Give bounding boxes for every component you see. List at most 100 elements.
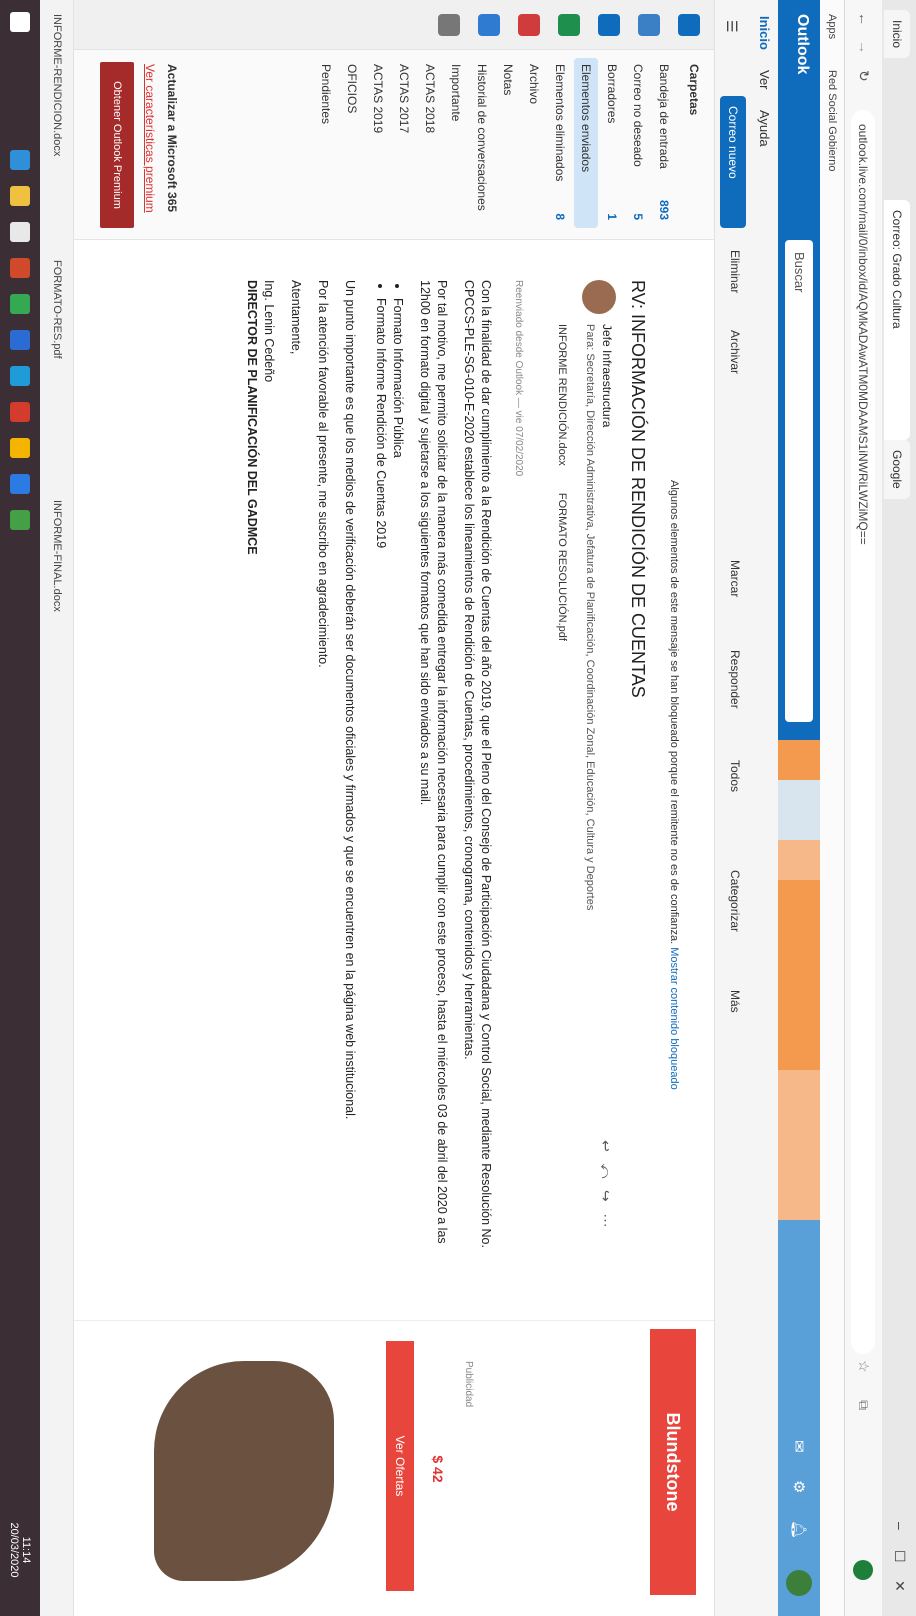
folder-label: Bandeja de entrada bbox=[657, 64, 671, 169]
taskbar-app-icon[interactable] bbox=[10, 258, 30, 278]
bookmarks-bar: Apps Red Social Gobierno bbox=[820, 0, 844, 1616]
attachment-item[interactable]: INFORME RENDICIÓN.docx bbox=[556, 324, 568, 466]
folder-actas-2017[interactable]: ACTAS 2017 bbox=[392, 64, 416, 228]
folder-notes[interactable]: Notas bbox=[496, 64, 520, 228]
forward-icon[interactable]: ↪ bbox=[598, 1190, 614, 1202]
unread-count: 1 bbox=[605, 213, 619, 220]
folder-label: Archivo bbox=[527, 64, 541, 105]
folders-title: Carpetas bbox=[687, 64, 701, 116]
folder-pendientes[interactable]: Pendientes bbox=[314, 64, 338, 228]
chat-icon[interactable]: ✉ bbox=[790, 1440, 808, 1453]
folder-drafts[interactable]: Borradores 1 bbox=[600, 64, 624, 228]
delete-button[interactable]: Eliminar bbox=[728, 250, 742, 293]
folder-oficios[interactable]: OFICIOS bbox=[340, 64, 364, 228]
blocked-content-notice: Algunos elementos de este mensaje se han… bbox=[668, 480, 680, 1280]
attachment-item[interactable]: FORMATO RESOLUCIÓN.pdf bbox=[556, 493, 568, 641]
close-window-icon[interactable]: ✕ bbox=[891, 1580, 908, 1592]
unread-count: 893 bbox=[657, 199, 671, 220]
browser-tab[interactable]: Inicio bbox=[884, 10, 910, 59]
taskbar-app-icon[interactable] bbox=[10, 402, 30, 422]
signature-title: DIRECTOR DE PLANIFICACIÓN DEL GADMCE bbox=[245, 280, 259, 555]
taskbar-app-icon[interactable] bbox=[10, 330, 30, 350]
upgrade-button[interactable]: Obtener Outlook Premium bbox=[100, 62, 134, 228]
ad-cta-button[interactable]: Ver Ofertas bbox=[386, 1341, 414, 1591]
minimize-icon[interactable]: – bbox=[892, 1522, 908, 1530]
search-input[interactable]: Buscar bbox=[785, 240, 813, 722]
taskbar-clock[interactable]: 11:14 20/03/2020 bbox=[8, 1520, 32, 1580]
todo-icon[interactable] bbox=[558, 14, 580, 36]
taskbar-app-icon[interactable] bbox=[10, 150, 30, 170]
forward-icon[interactable]: → bbox=[856, 40, 872, 54]
folder-archive[interactable]: Archivo bbox=[522, 64, 546, 228]
onedrive-icon[interactable] bbox=[478, 14, 500, 36]
folder-sent[interactable]: Elementos enviados bbox=[574, 58, 598, 228]
ad-brand[interactable]: Blundstone bbox=[650, 1329, 696, 1595]
browser-tab[interactable]: Google bbox=[884, 440, 910, 499]
bookmark-item[interactable]: Red Social Gobierno bbox=[820, 70, 844, 172]
user-avatar[interactable] bbox=[786, 1570, 812, 1596]
taskbar-app-icon[interactable] bbox=[10, 474, 30, 494]
more-button[interactable]: Más bbox=[728, 990, 742, 1013]
tab-inicio[interactable]: Inicio bbox=[757, 16, 772, 50]
people-icon[interactable] bbox=[598, 14, 620, 36]
upgrade-link[interactable]: Ver características premium bbox=[138, 64, 162, 228]
sender-name[interactable]: Jefe Infraestructura bbox=[600, 324, 614, 427]
ad-product-image[interactable] bbox=[154, 1361, 334, 1581]
new-mail-button[interactable]: Correo nuevo bbox=[720, 96, 746, 228]
extension-icon[interactable]: ⧉ bbox=[855, 1400, 872, 1410]
bell-icon[interactable]: 🔔︎ bbox=[790, 1520, 808, 1539]
browser-tab-bar: Inicio Correo: Grado Cultura Google ✕ ☐ … bbox=[882, 0, 916, 1616]
star-icon[interactable]: ☆ bbox=[855, 1360, 872, 1373]
reply-button[interactable]: Responder bbox=[728, 650, 742, 709]
ad-price: $ 42 bbox=[430, 1455, 446, 1483]
taskbar-app-icon[interactable] bbox=[10, 438, 30, 458]
settings-icon[interactable]: ⚙ bbox=[790, 1480, 808, 1493]
browser-tab-active[interactable]: Correo: Grado Cultura bbox=[884, 200, 910, 440]
apps-icon[interactable] bbox=[438, 14, 460, 36]
folder-history[interactable]: Historial de conversaciones bbox=[470, 64, 494, 228]
folder-actas-2019[interactable]: ACTAS 2019 bbox=[366, 64, 390, 228]
clock-time: 11:14 bbox=[20, 1536, 32, 1564]
tab-ver[interactable]: Ver bbox=[757, 70, 772, 90]
reply-all-button[interactable]: Todos bbox=[728, 760, 742, 792]
archive-button[interactable]: Archivar bbox=[728, 330, 742, 374]
bookmark-apps[interactable]: Apps bbox=[820, 14, 844, 39]
body-paragraph: Por la atención favorable al presente, m… bbox=[316, 280, 330, 668]
folder-important[interactable]: Importante bbox=[444, 64, 468, 228]
folder-actas-2018[interactable]: ACTAS 2018 bbox=[418, 64, 442, 228]
clock-date: 20/03/2020 bbox=[8, 1522, 20, 1578]
folder-label: Borradores bbox=[605, 64, 619, 124]
office-icon[interactable] bbox=[518, 14, 540, 36]
more-options-icon[interactable]: ⋯ bbox=[598, 1213, 614, 1227]
reply-all-icon[interactable]: ⤺ bbox=[598, 1163, 614, 1178]
reply-icon[interactable]: ↩ bbox=[598, 1140, 614, 1152]
folder-inbox[interactable]: Bandeja de entrada 893 bbox=[652, 64, 676, 228]
start-icon[interactable] bbox=[10, 12, 30, 32]
taskbar-app-icon[interactable] bbox=[10, 294, 30, 314]
message-body: Con la finalidad de dar cumplimiento a l… bbox=[233, 280, 494, 1270]
mail-icon[interactable] bbox=[678, 14, 700, 36]
taskbar-app-icon[interactable] bbox=[10, 186, 30, 206]
taskbar-app-icon[interactable] bbox=[10, 222, 30, 242]
calendar-icon[interactable] bbox=[638, 14, 660, 36]
profile-avatar[interactable] bbox=[853, 1560, 873, 1580]
outlook-logo[interactable]: Outlook bbox=[793, 14, 811, 74]
tab-ayuda[interactable]: Ayuda bbox=[757, 110, 772, 147]
folder-deleted[interactable]: Elementos eliminados 8 bbox=[548, 64, 572, 228]
back-icon[interactable]: ← bbox=[856, 12, 872, 26]
flag-button[interactable]: Marcar bbox=[728, 560, 742, 597]
categorize-button[interactable]: Categorizar bbox=[728, 870, 742, 932]
hamburger-icon[interactable]: ☰ bbox=[723, 20, 740, 33]
taskbar-app-icon[interactable] bbox=[10, 510, 30, 530]
download-item[interactable]: FORMATO-RES.pdf bbox=[51, 260, 63, 359]
show-blocked-link[interactable]: Mostrar contenido bloqueado bbox=[668, 947, 680, 1089]
taskbar-app-icon[interactable] bbox=[10, 366, 30, 386]
reload-icon[interactable]: ↻ bbox=[855, 70, 872, 82]
url-field[interactable]: outlook.live.com/mail/0/inbox/id/AQMkADA… bbox=[851, 110, 875, 1354]
folder-label: Elementos eliminados bbox=[553, 64, 567, 182]
folder-pane: Carpetas Bandeja de entrada 893 Correo no… bbox=[74, 50, 714, 240]
download-item[interactable]: INFORME-RENDICION.docx bbox=[51, 14, 63, 156]
download-item[interactable]: INFORME-FINAL.docx bbox=[51, 500, 63, 612]
maximize-icon[interactable]: ☐ bbox=[891, 1550, 908, 1563]
folder-junk[interactable]: Correo no deseado 5 bbox=[626, 64, 650, 228]
